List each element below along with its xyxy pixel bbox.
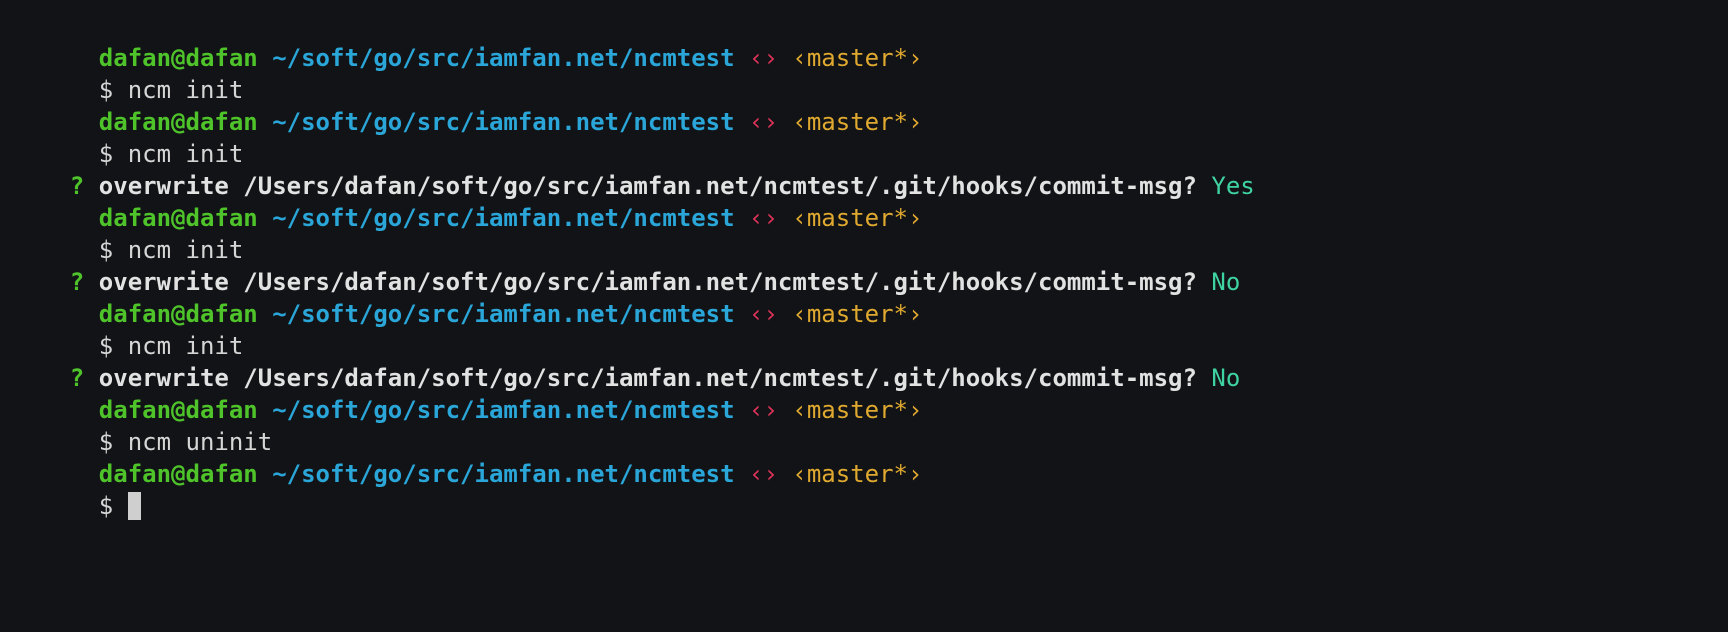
git-branch: ‹master*› [792, 460, 923, 488]
prompt-path: ~/soft/go/src/iamfan.net/ncmtest [272, 108, 735, 136]
command-text: ncm init [127, 76, 244, 104]
prompt-symbol: $ [98, 76, 114, 104]
prompt-user: dafan@dafan [98, 460, 258, 488]
prompt-line: dafan@dafan ~/soft/go/src/iamfan.net/ncm… [0, 74, 1728, 136]
prompt-symbol: $ [98, 332, 114, 360]
question-line: ? overwrite /Users/dafan/soft/go/src/iamf… [0, 330, 1728, 392]
prompt-user: dafan@dafan [98, 44, 258, 72]
question-text: overwrite /Users/dafan/soft/go/src/iamfa… [98, 364, 1197, 392]
git-branch: ‹master*› [792, 108, 923, 136]
command-text: ncm init [127, 236, 244, 264]
prompt-user: dafan@dafan [98, 108, 258, 136]
prompt-user: dafan@dafan [98, 396, 258, 424]
vcs-marker: ‹› [749, 396, 778, 424]
git-branch: ‹master*› [792, 204, 923, 232]
prompt-symbol: $ [98, 140, 114, 168]
prompt-symbol: $ [98, 492, 114, 520]
text-cursor [127, 492, 141, 520]
question-line: ? overwrite /Users/dafan/soft/go/src/iamf… [0, 234, 1728, 296]
git-branch: ‹master*› [792, 44, 923, 72]
vcs-marker: ‹› [749, 204, 778, 232]
terminal-output[interactable]: dafan@dafan ~/soft/go/src/iamfan.net/ncm… [0, 10, 1728, 520]
vcs-marker: ‹› [749, 108, 778, 136]
git-branch: ‹master*› [792, 396, 923, 424]
answer-text: No [1211, 364, 1241, 392]
command-text: ncm init [127, 332, 244, 360]
prompt-symbol: $ [98, 236, 114, 264]
vcs-marker: ‹› [749, 460, 778, 488]
prompt-path: ~/soft/go/src/iamfan.net/ncmtest [272, 300, 735, 328]
vcs-marker: ‹› [749, 300, 778, 328]
question-line: ? overwrite /Users/dafan/soft/go/src/iamf… [0, 138, 1728, 200]
command-text: ncm init [127, 140, 244, 168]
answer-text: No [1211, 268, 1241, 296]
prompt-line: dafan@dafan ~/soft/go/src/iamfan.net/ncm… [0, 10, 1728, 72]
prompt-user: dafan@dafan [98, 204, 258, 232]
prompt-symbol: $ [98, 428, 114, 456]
prompt-path: ~/soft/go/src/iamfan.net/ncmtest [272, 396, 735, 424]
prompt-user: dafan@dafan [98, 300, 258, 328]
prompt-path: ~/soft/go/src/iamfan.net/ncmtest [272, 44, 735, 72]
question-mark: ? [69, 364, 85, 392]
question-text: overwrite /Users/dafan/soft/go/src/iamfa… [98, 172, 1197, 200]
vcs-marker: ‹› [749, 44, 778, 72]
command-text: ncm uninit [127, 428, 273, 456]
git-branch: ‹master*› [792, 300, 923, 328]
question-mark: ? [69, 268, 85, 296]
answer-text: Yes [1211, 172, 1255, 200]
prompt-path: ~/soft/go/src/iamfan.net/ncmtest [272, 460, 735, 488]
question-mark: ? [69, 172, 85, 200]
question-text: overwrite /Users/dafan/soft/go/src/iamfa… [98, 268, 1197, 296]
prompt-path: ~/soft/go/src/iamfan.net/ncmtest [272, 204, 735, 232]
